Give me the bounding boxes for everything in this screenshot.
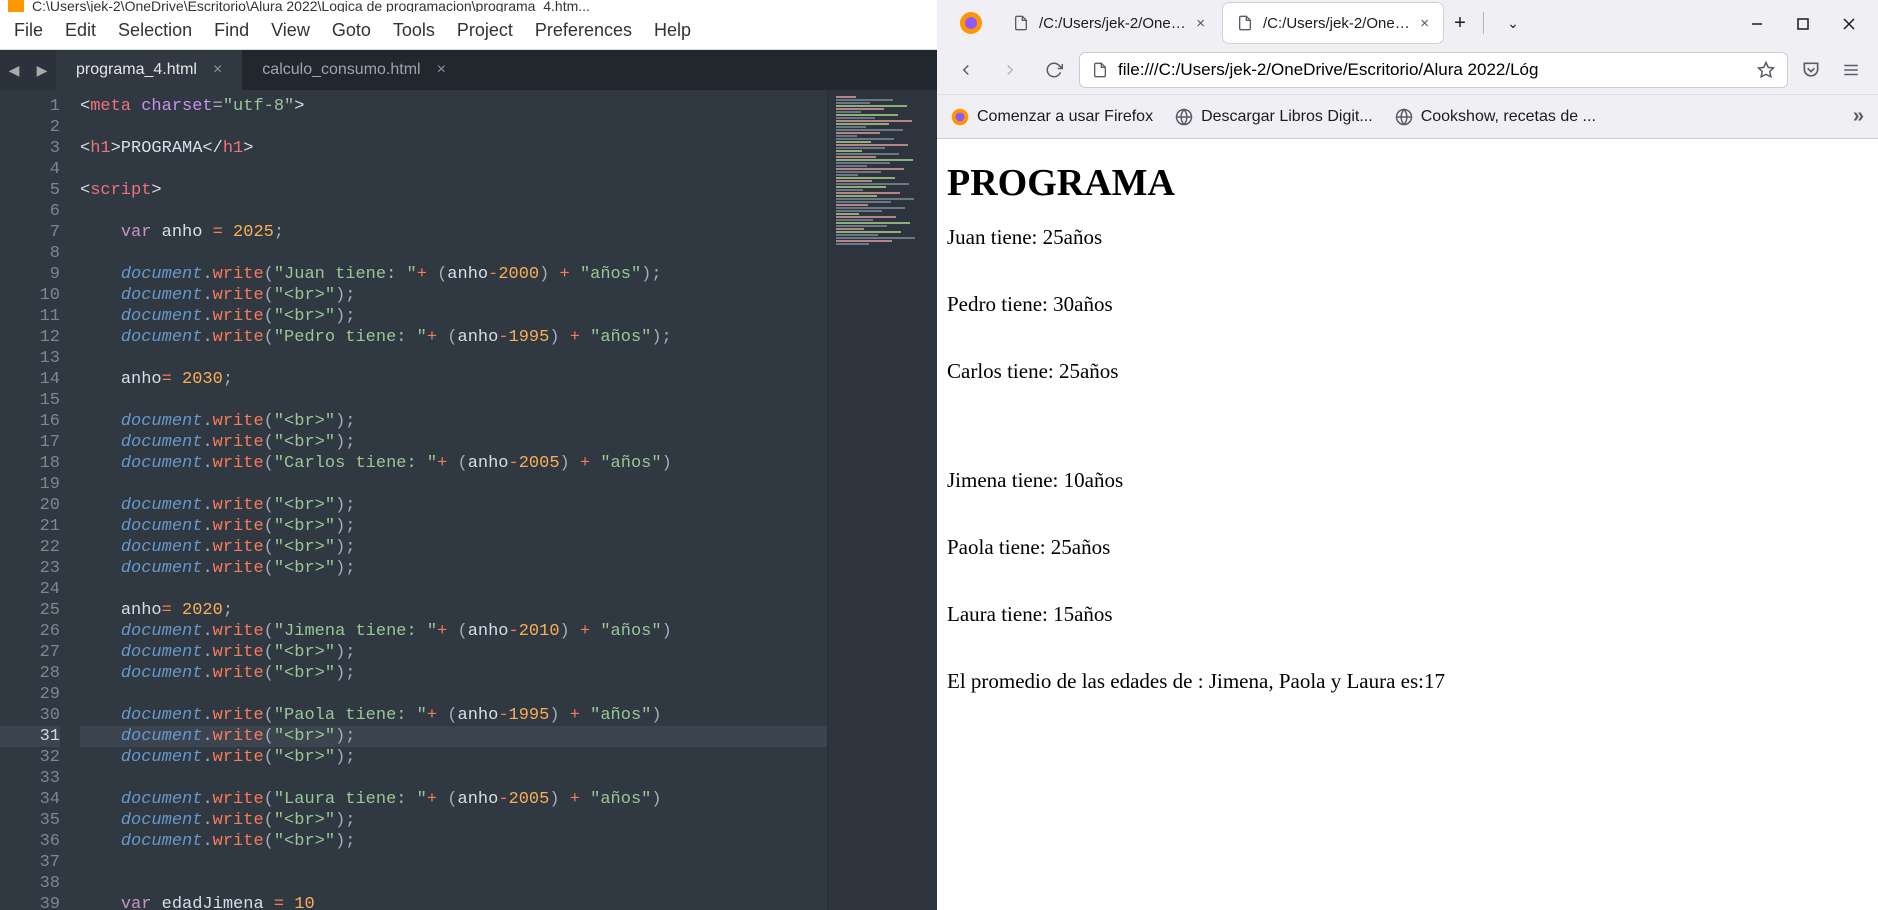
globe-icon <box>1175 108 1193 126</box>
nav-reload-button[interactable] <box>1035 51 1073 89</box>
page-text-line: Pedro tiene: 30años <box>947 292 1868 317</box>
browser-tab[interactable]: /C:/Users/jek-2/OneDr × <box>1223 3 1443 43</box>
blank-line <box>947 493 1868 514</box>
menu-preferences[interactable]: Preferences <box>535 20 632 41</box>
menu-find[interactable]: Find <box>214 20 249 41</box>
bookmark-label: Cookshow, recetas de ... <box>1421 108 1596 126</box>
bookmark-star-icon[interactable] <box>1757 61 1775 79</box>
sublime-editor: C:\Users\jek-2\OneDrive\Escritorio\Alura… <box>0 0 937 910</box>
firefox-icon <box>951 108 969 126</box>
nav-back-button[interactable] <box>947 51 985 89</box>
blank-line <box>947 317 1868 338</box>
file-icon <box>1237 15 1253 31</box>
editor-tab[interactable]: calculo_consumo.html × <box>242 50 466 90</box>
menu-selection[interactable]: Selection <box>118 20 192 41</box>
bookmark-label: Comenzar a usar Firefox <box>977 108 1153 126</box>
page-text-line: Laura tiene: 15años <box>947 602 1868 627</box>
blank-line <box>947 447 1868 468</box>
tab-divider <box>1483 12 1484 34</box>
browser-tabstrip: /C:/Users/jek-2/OneDr×/C:/Users/jek-2/On… <box>937 0 1878 46</box>
code-area[interactable]: 1234567891011121314151617181920212223242… <box>0 90 937 910</box>
code-lines[interactable]: <meta charset="utf-8"><h1>PROGRAMA</h1><… <box>74 90 827 910</box>
blank-line <box>947 581 1868 602</box>
rendered-page: PROGRAMA Juan tiene: 25años Pedro tiene: 3… <box>937 139 1878 910</box>
blank-line <box>947 627 1868 648</box>
address-bar-row <box>937 46 1878 94</box>
blank-line <box>947 250 1868 271</box>
firefox-logo-icon[interactable] <box>953 5 989 41</box>
file-icon <box>1092 62 1108 78</box>
blank-line <box>947 514 1868 535</box>
menu-edit[interactable]: Edit <box>65 20 96 41</box>
editor-tab-label: calculo_consumo.html <box>262 61 420 79</box>
list-tabs-button[interactable]: ⌄ <box>1490 0 1536 46</box>
window-close-button[interactable] <box>1826 0 1872 46</box>
pocket-button[interactable] <box>1794 53 1828 87</box>
blank-line <box>947 560 1868 581</box>
close-icon[interactable]: × <box>1420 15 1429 32</box>
app-menu-button[interactable] <box>1834 53 1868 87</box>
menu-goto[interactable]: Goto <box>332 20 371 41</box>
browser-tab-label: /C:/Users/jek-2/OneDr <box>1263 15 1410 32</box>
browser-chrome: /C:/Users/jek-2/OneDr×/C:/Users/jek-2/On… <box>937 0 1878 139</box>
file-icon <box>1013 15 1029 31</box>
window-maximize-button[interactable] <box>1780 0 1826 46</box>
url-bar[interactable] <box>1079 52 1788 88</box>
bookmark-item[interactable]: Descargar Libros Digit... <box>1175 108 1373 126</box>
editor-tab[interactable]: programa_4.html × <box>56 50 242 90</box>
blank-line <box>947 426 1868 447</box>
bookmarks-overflow-button[interactable]: » <box>1853 105 1864 128</box>
nav-forward-button[interactable] <box>991 51 1029 89</box>
blank-line <box>947 384 1868 405</box>
bookmarks-toolbar: Comenzar a usar Firefox Descargar Libros … <box>937 94 1878 138</box>
close-icon[interactable]: × <box>437 61 446 79</box>
window-minimize-button[interactable] <box>1734 0 1780 46</box>
blank-line <box>947 271 1868 292</box>
bookmark-label: Descargar Libros Digit... <box>1201 108 1373 126</box>
page-text-line: Jimena tiene: 10años <box>947 468 1868 493</box>
minimap[interactable] <box>827 90 937 910</box>
firefox-browser: /C:/Users/jek-2/OneDr×/C:/Users/jek-2/On… <box>937 0 1878 910</box>
page-heading: PROGRAMA <box>947 161 1868 205</box>
editor-titlebar[interactable]: C:\Users\jek-2\OneDrive\Escritorio\Alura… <box>0 0 937 12</box>
menu-view[interactable]: View <box>271 20 310 41</box>
menu-help[interactable]: Help <box>654 20 691 41</box>
bookmark-item[interactable]: Cookshow, recetas de ... <box>1395 108 1596 126</box>
tab-history-nav: ◀ ▶ <box>0 50 56 90</box>
editor-menubar: File Edit Selection Find View Goto Tools Projec… <box>0 12 937 50</box>
blank-line <box>947 648 1868 669</box>
bookmark-item[interactable]: Comenzar a usar Firefox <box>951 108 1153 126</box>
browser-tab[interactable]: /C:/Users/jek-2/OneDr × <box>999 3 1219 43</box>
globe-icon <box>1395 108 1413 126</box>
page-text-line: Juan tiene: 25años <box>947 225 1868 250</box>
page-text-line: Carlos tiene: 25años <box>947 359 1868 384</box>
editor-tab-label: programa_4.html <box>76 61 197 79</box>
close-icon[interactable]: × <box>213 61 222 79</box>
page-text-line: Paola tiene: 25años <box>947 535 1868 560</box>
new-tab-button[interactable]: + <box>1443 12 1477 35</box>
menu-file[interactable]: File <box>14 20 43 41</box>
browser-tab-label: /C:/Users/jek-2/OneDr <box>1039 15 1186 32</box>
line-gutter: 1234567891011121314151617181920212223242… <box>0 90 74 910</box>
menu-project[interactable]: Project <box>457 20 513 41</box>
page-text-line: El promedio de las edades de : Jimena, P… <box>947 669 1868 694</box>
url-input[interactable] <box>1118 60 1747 80</box>
blank-line <box>947 338 1868 359</box>
close-icon[interactable]: × <box>1196 15 1205 32</box>
blank-line <box>947 405 1868 426</box>
tab-back-icon[interactable]: ◀ <box>9 62 20 79</box>
editor-tabbar: ◀ ▶ programa_4.html×calculo_consumo.html… <box>0 50 937 90</box>
menu-tools[interactable]: Tools <box>393 20 435 41</box>
tab-forward-icon[interactable]: ▶ <box>37 62 48 79</box>
